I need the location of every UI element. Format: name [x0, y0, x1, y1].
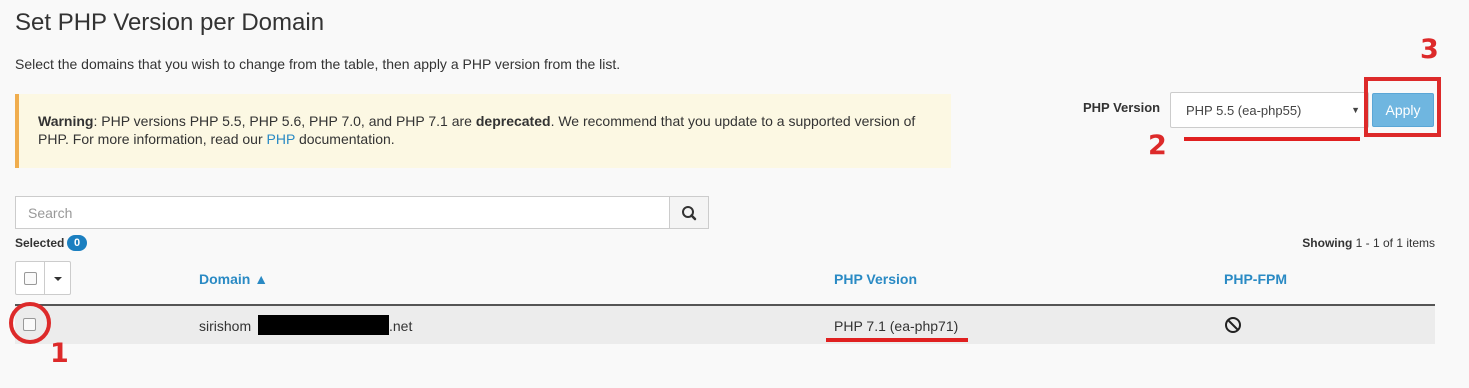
annotation-underline-select [1184, 137, 1360, 141]
select-all-checkbox[interactable] [24, 272, 37, 285]
annotation-marker-3: 3 [1420, 34, 1439, 65]
bulk-select-divider [44, 262, 45, 294]
warning-text-3: documentation. [295, 131, 395, 147]
php-doc-link[interactable]: PHP [267, 131, 296, 147]
php-version-selected: PHP 5.5 (ea-php55) [1186, 103, 1302, 118]
php-version-select[interactable]: PHP 5.5 (ea-php55) ▼ [1170, 92, 1369, 128]
annotation-underline-php-version [826, 338, 968, 342]
showing-range: 1 - 1 of 1 items [1355, 236, 1435, 250]
warning-label: Warning [38, 113, 94, 129]
redacted-domain-block [258, 315, 389, 335]
annotation-marker-2: 2 [1148, 130, 1167, 161]
fpm-disabled-icon [1225, 317, 1241, 333]
showing-summary: Showing 1 - 1 of 1 items [1302, 236, 1435, 250]
caret-down-icon [54, 277, 62, 281]
column-header-php-fpm[interactable]: PHP-FPM [1224, 271, 1287, 287]
bulk-select-dropdown[interactable] [15, 261, 71, 295]
search-button[interactable] [669, 196, 709, 229]
annotation-marker-1: 1 [50, 338, 69, 369]
column-header-domain[interactable]: Domain ▲ [199, 271, 268, 287]
annotation-box-apply [1364, 77, 1441, 137]
row-php-version: PHP 7.1 (ea-php71) [834, 318, 959, 334]
selected-label: Selected [15, 236, 65, 250]
selected-count-badge: 0 [67, 235, 87, 251]
warning-bold: deprecated [475, 113, 551, 129]
caret-down-icon: ▼ [1351, 105, 1360, 115]
annotation-circle-1 [9, 302, 51, 344]
column-header-php-version[interactable]: PHP Version [834, 271, 917, 287]
deprecation-warning: Warning: PHP versions PHP 5.5, PHP 5.6, … [15, 94, 951, 168]
search-input[interactable]: Search [15, 196, 670, 229]
page-title: Set PHP Version per Domain [15, 9, 325, 36]
showing-label: Showing [1302, 236, 1353, 250]
domain-prefix: sirishom [199, 318, 252, 334]
search-placeholder: Search [28, 205, 73, 221]
search-icon [682, 206, 697, 221]
page-description: Select the domains that you wish to chan… [15, 56, 621, 72]
warning-text-1: : PHP versions PHP 5.5, PHP 5.6, PHP 7.0… [93, 113, 476, 129]
domain-suffix: .net [389, 318, 413, 334]
php-version-label: PHP Version [1083, 100, 1161, 115]
